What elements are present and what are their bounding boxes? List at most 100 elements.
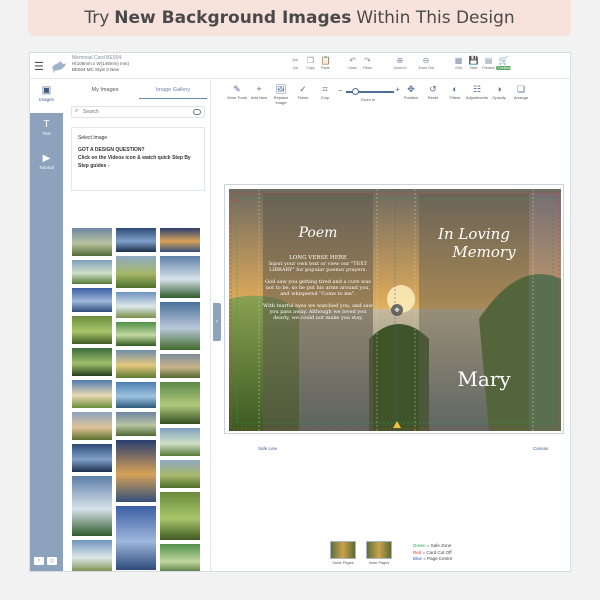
more-tools-icon: ✎ (233, 84, 241, 94)
drag-handle-icon[interactable]: ✥ (394, 307, 399, 314)
inner-pages-thumb[interactable]: Inner Pages (366, 541, 392, 565)
outer-pages-thumb[interactable]: Outer Pages (330, 541, 356, 565)
card-style: BE504 MC Style 3 New (72, 67, 120, 72)
finish-button[interactable]: ✓ Finish (292, 83, 314, 105)
replace-image-button[interactable]: 🖼 Replace Image (270, 83, 292, 105)
gallery-thumbnail[interactable] (71, 347, 113, 377)
gallery-thumbnail[interactable] (71, 315, 113, 345)
zoom-label: Zoom In (360, 97, 376, 102)
arrange-button[interactable]: ❏ Arrange (510, 83, 532, 105)
name-text[interactable]: Mary (429, 367, 539, 391)
edit-toolbar: ✎ More Tools + Add New 🖼 Replace Image ✓ Finish… (226, 83, 570, 105)
zoom-plus-icon[interactable]: + (395, 85, 400, 94)
gallery-thumbnail[interactable] (115, 411, 157, 437)
tab-image-gallery[interactable]: Image Gallery (139, 87, 207, 99)
paste-button[interactable]: 📋 Paste (318, 55, 333, 70)
zoom-out-button[interactable]: ⊖ Zoom Out (413, 55, 439, 70)
chat-button[interactable]: Q (47, 557, 57, 565)
nav-images[interactable]: ▣ Images (30, 79, 63, 113)
gallery-thumbnail[interactable] (159, 227, 201, 253)
gallery-thumbnail[interactable] (71, 379, 113, 409)
paste-icon: 📋 (320, 56, 331, 65)
gallery-thumbnail[interactable] (115, 255, 157, 289)
gallery-thumbnail[interactable] (159, 427, 201, 457)
zoom-slider[interactable]: − + Zoom In (336, 83, 400, 105)
menu-icon[interactable]: ☰ (34, 60, 44, 73)
top-toolbar: ✂ Cut ❐ Copy 📋 Paste ↶ Undo ↷ Redo ⊕ Zoom In ⊖ Zoom O… (288, 55, 512, 70)
banner-bold: New Background Images (114, 8, 352, 28)
tool-label: Opacity (492, 95, 506, 100)
gallery-thumbnail[interactable] (115, 349, 157, 379)
gallery-thumbnail[interactable] (159, 459, 201, 489)
cut-button[interactable]: ✂ Cut (288, 55, 303, 70)
help-text[interactable]: Click on the Videos icon & watch quick S… (78, 154, 198, 170)
zoom-out-icon: ⊖ (422, 56, 430, 65)
nav-text[interactable]: T Text (30, 113, 63, 147)
verse-1[interactable]: God saw you getting tired and a cure was… (263, 279, 373, 297)
filters-button[interactable]: ◐ Filters (444, 83, 466, 105)
zoom-in-button[interactable]: ⊕ Zoom In (387, 55, 413, 70)
verse-2[interactable]: With tearful eyes we watched you, and sa… (263, 303, 373, 321)
gallery-thumbnail[interactable] (115, 291, 157, 319)
copy-button[interactable]: ❐ Copy (303, 55, 318, 70)
poem-block[interactable]: Poem LONG VERSE HERE Input your own text… (263, 225, 373, 321)
verse-intro[interactable]: Input your own text or view our "TEXT LI… (263, 261, 373, 273)
cut-marker-icon: ✂ (233, 198, 239, 205)
undo-icon: ↶ (349, 56, 356, 65)
design-canvas[interactable]: ✥ ✂ Poem LONG VERSE HERE Input your own … (224, 184, 564, 434)
gallery-thumbnail[interactable] (71, 227, 113, 257)
more-tools-button[interactable]: ✎ More Tools (226, 83, 248, 105)
gallery-thumbnail[interactable] (71, 287, 113, 313)
gallery-thumbnail[interactable] (159, 353, 201, 379)
left-nav-footer: ? Q (34, 557, 57, 565)
in-loving-text[interactable]: In Loving (419, 225, 529, 243)
gallery-thumbnail[interactable] (159, 381, 201, 425)
zoom-in-label: Zoom In (393, 66, 407, 70)
opacity-button[interactable]: ◑ Opacity (488, 83, 510, 105)
zoom-handle[interactable] (352, 88, 359, 95)
gallery-thumbnail[interactable] (115, 227, 157, 253)
arrange-icon: ❏ (516, 84, 526, 94)
gallery-thumbnail[interactable] (159, 255, 201, 299)
add-new-button[interactable]: + Add New (248, 83, 270, 105)
gallery-thumbnail[interactable] (115, 321, 157, 347)
gallery-thumbnail[interactable] (159, 301, 201, 351)
nav-tutorial[interactable]: ▶ Tutorial (30, 147, 63, 181)
memory-text[interactable]: Memory (439, 243, 529, 261)
grid-button[interactable]: ▦ Grid (451, 55, 466, 70)
tab-my-images[interactable]: My Images (71, 87, 139, 99)
gallery-thumbnail[interactable] (115, 439, 157, 503)
gallery-thumbnail[interactable] (159, 543, 201, 571)
adjustments-button[interactable]: ☷ Adjustments (466, 83, 488, 105)
collapse-panel-button[interactable]: ‹ (213, 303, 221, 341)
reset-button[interactable]: ↺ Reset (422, 83, 444, 105)
gallery-thumbnail[interactable] (71, 443, 113, 473)
continue-button[interactable]: 🛒 Continue (496, 55, 512, 70)
save-button[interactable]: 💾 Save (466, 55, 481, 70)
inner-pages-preview[interactable] (366, 541, 392, 559)
gallery-thumbnail[interactable] (115, 505, 157, 571)
help-button[interactable]: ? (34, 557, 44, 565)
redo-button[interactable]: ↷ Redo (360, 55, 375, 70)
position-button[interactable]: ✥ Position (400, 83, 422, 105)
poem-title[interactable]: Poem (263, 225, 373, 241)
preview-button[interactable]: ▤ Preview (481, 55, 496, 70)
outer-pages-preview[interactable] (330, 541, 356, 559)
crop-button[interactable]: ⌗ Crop (314, 83, 336, 105)
nav-label: Text (42, 131, 51, 136)
memorial-card-design[interactable]: ✥ ✂ Poem LONG VERSE HERE Input your own … (229, 189, 561, 431)
filters-icon: ◐ (452, 84, 458, 94)
copy-icon: ❐ (306, 56, 315, 65)
zoom-minus-icon[interactable]: − (338, 86, 343, 95)
undo-button[interactable]: ↶ Undo (345, 55, 360, 70)
gallery-thumbnail[interactable] (71, 475, 113, 537)
search-input[interactable]: ⌕ Search (71, 106, 205, 118)
gallery-thumbnail[interactable] (71, 539, 113, 571)
memory-block[interactable]: In Loving Memory (419, 225, 529, 261)
gallery-thumbnail[interactable] (159, 491, 201, 541)
gallery-thumbnail[interactable] (71, 259, 113, 285)
filter-toggle-icon[interactable] (193, 109, 201, 115)
tool-label: Position (403, 95, 419, 100)
gallery-thumbnail[interactable] (115, 381, 157, 409)
gallery-thumbnail[interactable] (71, 411, 113, 441)
